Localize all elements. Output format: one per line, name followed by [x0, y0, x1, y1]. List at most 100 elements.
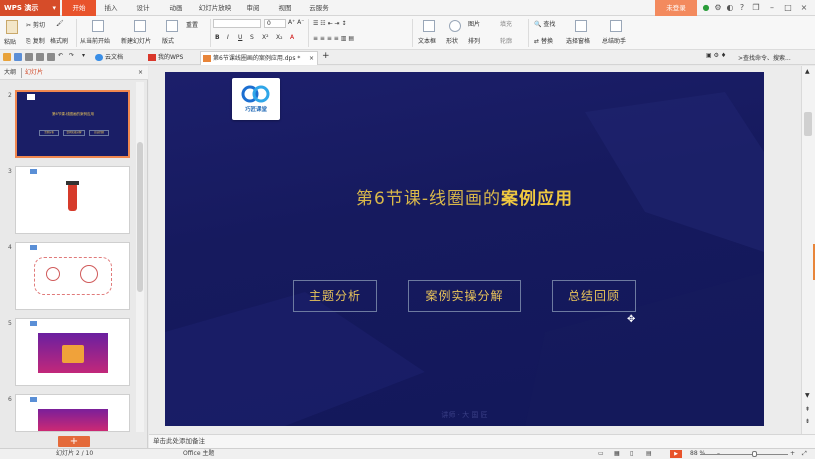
slide-thumbnail-6[interactable] — [15, 394, 130, 432]
zoom-slider-track[interactable] — [700, 454, 788, 455]
new-tab-button[interactable]: + — [322, 51, 330, 61]
arrange-button[interactable]: 排列 — [468, 36, 480, 45]
picture-button[interactable]: 图片 — [468, 19, 480, 28]
command-search-input[interactable]: >查找命令、搜索... — [738, 53, 791, 62]
redo-icon[interactable]: ↷ — [69, 52, 74, 59]
summary-assistant-button[interactable]: 总结助手 — [602, 36, 626, 45]
summary-icon[interactable] — [610, 20, 622, 32]
zoom-in-icon[interactable]: + — [790, 449, 795, 459]
tab-outline[interactable]: 大纲 — [4, 68, 16, 78]
select-pane-button[interactable]: 选择窗格 — [566, 36, 590, 45]
fit-window-icon[interactable]: ⤢ — [802, 449, 807, 459]
add-slide-button[interactable]: + — [58, 436, 90, 447]
case-practice-box[interactable]: 案例实操分解 — [408, 280, 521, 312]
italic-button[interactable]: I — [227, 34, 229, 41]
slide-thumbnail-2[interactable]: 第6节课-线圈画的案例应用 主题分析 案例实操分解 总结回顾 — [15, 90, 130, 158]
previous-slide-icon[interactable]: ⇞ — [805, 406, 810, 413]
scroll-up-icon[interactable]: ▲ — [805, 68, 810, 75]
list-buttons[interactable]: ☰ ☷ ⇤ ⇥ ↕ — [313, 20, 346, 27]
restore-icon[interactable]: ❐ — [750, 0, 762, 16]
scrollbar-thumb[interactable] — [804, 112, 812, 136]
normal-view-icon[interactable]: ▭ — [598, 449, 604, 459]
layout-button[interactable]: 版式 — [162, 36, 174, 45]
textbox-icon[interactable] — [423, 20, 435, 32]
sorter-view-icon[interactable]: ▦ — [614, 449, 620, 459]
format-painter-icon[interactable]: 🖌 — [56, 20, 64, 27]
scroll-down-icon[interactable]: ▼ — [805, 392, 810, 399]
print-icon[interactable] — [25, 53, 33, 61]
tab-design[interactable]: 设计 — [130, 0, 156, 16]
save-icon[interactable] — [14, 53, 22, 61]
select-pane-icon[interactable] — [575, 20, 587, 32]
superscript-button[interactable]: X² — [262, 34, 269, 41]
summary-review-box[interactable]: 总结回顾 — [552, 280, 636, 312]
close-panel-icon[interactable]: × — [138, 68, 143, 78]
preview-icon[interactable] — [36, 53, 44, 61]
reset-button[interactable]: 重置 — [186, 20, 198, 29]
shape-icon[interactable] — [449, 20, 461, 32]
font-color-button[interactable]: A — [290, 34, 294, 41]
textbox-button[interactable]: 文本框 — [418, 36, 436, 45]
tab-view[interactable]: 视图 — [272, 0, 298, 16]
tab-active-document[interactable]: 第6节课线圈画的案例应用.dps * × — [200, 51, 318, 65]
replace-button[interactable]: ⇄ 替换 — [534, 36, 553, 45]
app-menu-button[interactable]: WPS 演示 ▾ — [0, 0, 60, 16]
find-button[interactable]: 🔍 查找 — [534, 19, 555, 28]
layout-icon[interactable] — [166, 20, 178, 32]
from-current-button[interactable]: 从当前开始 — [80, 36, 110, 45]
tab-cloud-docs[interactable]: 云文档 — [93, 51, 143, 65]
open-icon[interactable] — [3, 53, 11, 61]
slide-thumbnail-4[interactable] — [15, 242, 130, 310]
tab-home[interactable]: 开始 — [62, 0, 96, 16]
quick-access-dropdown-icon[interactable]: ▾ — [82, 52, 85, 59]
grow-font-button[interactable]: A⁺ A⁻ — [288, 19, 304, 26]
status-icons[interactable]: ▣ ⚙ ♦ — [706, 52, 726, 59]
font-size-combo[interactable]: 0 — [264, 19, 286, 28]
tab-review[interactable]: 审阅 — [240, 0, 266, 16]
settings-icon[interactable]: ⚙ — [712, 0, 724, 16]
close-button[interactable]: × — [798, 0, 810, 16]
slideshow-start-icon[interactable] — [92, 20, 104, 32]
paste-icon[interactable] — [6, 20, 18, 34]
thumbnail-scrollbar[interactable] — [136, 82, 144, 432]
reading-view-icon[interactable]: ▯ — [630, 449, 633, 459]
minimize-button[interactable]: – — [766, 0, 778, 16]
undo-icon[interactable]: ↶ — [58, 52, 63, 59]
play-slideshow-button[interactable]: ▶ — [670, 450, 682, 458]
slide-thumbnail-3[interactable] — [15, 166, 130, 234]
shield-icon[interactable]: ● — [700, 0, 712, 16]
login-button[interactable]: 未登录 — [655, 0, 697, 16]
format-painter-button[interactable]: 格式刷 — [50, 36, 68, 45]
zoom-slider-handle[interactable] — [752, 451, 757, 457]
subscript-button[interactable]: X₂ — [276, 34, 283, 41]
shape-button[interactable]: 形状 — [446, 36, 458, 45]
export-icon[interactable] — [47, 53, 55, 61]
tab-animation[interactable]: 动画 — [163, 0, 189, 16]
slide-title[interactable]: 第6节课-线圈画的案例应用 — [165, 184, 764, 209]
notes-view-icon[interactable]: ▤ — [646, 449, 652, 459]
tab-insert[interactable]: 插入 — [98, 0, 124, 16]
topic-analysis-box[interactable]: 主题分析 — [293, 280, 377, 312]
tab-slides[interactable]: 幻灯片 — [21, 68, 43, 78]
close-tab-icon[interactable]: × — [309, 52, 314, 65]
help-icon[interactable]: ? — [736, 0, 748, 16]
tab-cloud-service[interactable]: 云服务 — [304, 0, 334, 16]
slide-canvas[interactable]: 巧匠课堂 第6节课-线圈画的案例应用 主题分析 案例实操分解 总结回顾 讲师 ·… — [165, 72, 764, 426]
maximize-button[interactable]: □ — [782, 0, 794, 16]
canvas-scrollbar[interactable]: ▲ ▼ ⇞ ⇟ — [801, 66, 815, 434]
slide-thumbnail-5[interactable] — [15, 318, 130, 386]
zoom-out-icon[interactable]: – — [717, 449, 720, 459]
fill-button[interactable]: 填充 — [500, 19, 512, 28]
notes-input[interactable]: 单击此处添加备注 — [149, 434, 815, 448]
new-slide-button[interactable]: 新建幻灯片 — [121, 36, 151, 45]
tab-slideshow[interactable]: 幻灯片放映 — [194, 0, 236, 16]
shadow-button[interactable]: S — [250, 34, 254, 41]
font-name-combo[interactable] — [213, 19, 261, 28]
bold-button[interactable]: B — [215, 34, 220, 41]
cut-button[interactable]: ✂ 剪切 — [26, 20, 45, 29]
skin-icon[interactable]: ◐ — [724, 0, 736, 16]
copy-button[interactable]: ⎘ 复制 — [26, 36, 45, 46]
scrollbar-thumb[interactable] — [137, 142, 143, 292]
align-buttons[interactable]: ≡ ≡ ≡ ≡ ▥ ▤ — [313, 35, 354, 42]
outline-button[interactable]: 轮廓 — [500, 36, 512, 45]
